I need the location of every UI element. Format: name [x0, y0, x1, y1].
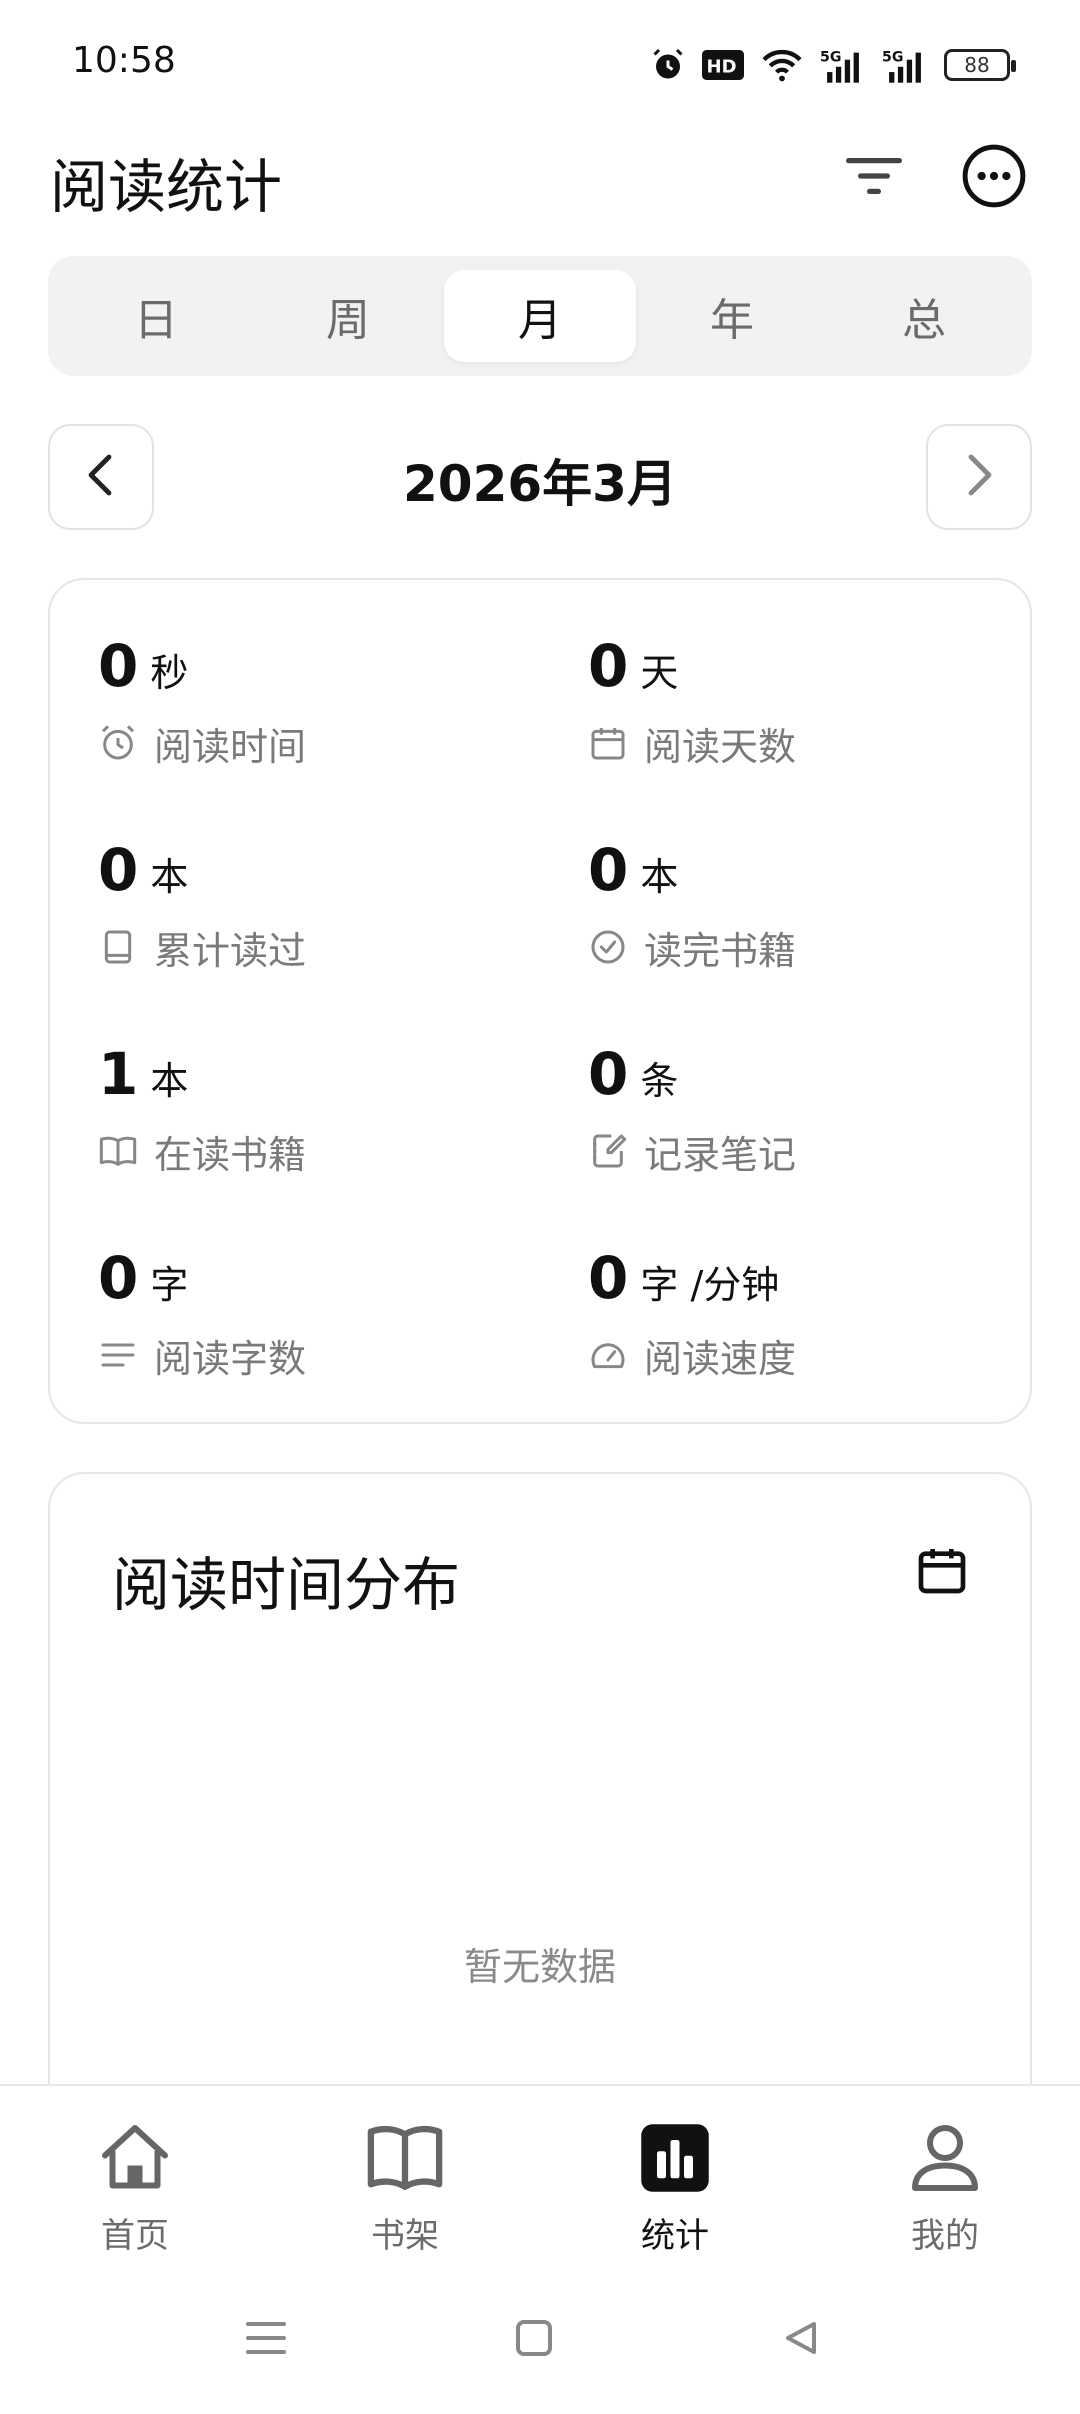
book-icon — [98, 927, 138, 967]
alarm-clock-icon — [98, 723, 138, 763]
filter-button[interactable] — [834, 138, 914, 218]
tab-total[interactable]: 总 — [828, 270, 1020, 362]
back-button[interactable] — [760, 2310, 840, 2370]
stat-unit: 本 — [150, 855, 189, 899]
menu-button[interactable] — [226, 2310, 306, 2370]
stat-books-read: 0本 累计读过 — [98, 836, 538, 976]
status-icons: HD 5G 5G 88 — [650, 40, 1016, 90]
calendar-icon — [914, 1542, 970, 1602]
stat-unit: 秒 — [150, 651, 189, 695]
stat-words-read: 0字 阅读字数 — [98, 1244, 538, 1384]
battery-level: 88 — [964, 53, 990, 77]
notebook-edit-icon — [588, 1131, 628, 1171]
stats-card: 0秒 阅读时间 0天 阅读天数 0本 累计读过 0 本 读完书籍 1 本 在读书… — [48, 578, 1032, 1424]
tab-month[interactable]: 月 — [444, 270, 636, 362]
filter-icon — [844, 152, 904, 204]
battery-indicator: 88 — [944, 49, 1016, 81]
reading-time-distribution-card: 阅读时间分布 暂无数据 — [48, 1472, 1032, 2172]
nav-item-stats[interactable]: 统计 — [575, 2116, 775, 2266]
next-period-button[interactable] — [926, 424, 1032, 530]
5g-signal-icon: 5G — [882, 47, 928, 83]
status-time: 10:58 — [72, 40, 176, 81]
stat-label: 在读书籍 — [154, 1132, 307, 1177]
distribution-calendar-button[interactable] — [912, 1542, 972, 1602]
alarm-icon — [650, 47, 686, 83]
profile-icon — [903, 2116, 987, 2200]
more-icon — [961, 143, 1027, 213]
5g-signal-icon: 5G — [820, 47, 866, 83]
stat-unit: 天 — [640, 651, 679, 695]
check-circle-icon — [588, 927, 628, 967]
stat-unit: 字 /分钟 — [640, 1263, 780, 1307]
empty-state-text: 暂无数据 — [463, 1945, 616, 1989]
stat-books-finished: 0本 读完书籍 — [588, 836, 1028, 976]
svg-text:HD: HD — [707, 57, 737, 78]
bottom-navigation: 首页 书架 统计 我的 — [0, 2084, 1080, 2284]
text-lines-icon — [98, 1335, 138, 1375]
nav-item-profile[interactable]: 我的 — [845, 2116, 1045, 2266]
stat-label: 阅读天数 — [644, 724, 797, 769]
stat-unit: 本 — [640, 855, 679, 899]
home-system-button[interactable] — [494, 2310, 574, 2370]
stat-unit: 条 — [640, 1059, 679, 1103]
wifi-icon — [760, 47, 804, 83]
nav-item-home[interactable]: 首页 — [35, 2116, 235, 2266]
bookshelf-icon — [363, 2116, 447, 2200]
stat-value: 0 — [588, 1244, 629, 1312]
period-label: 2026年3月 — [403, 455, 677, 513]
stat-value: 0 — [588, 1040, 629, 1108]
svg-text:5G: 5G — [882, 49, 903, 65]
stat-books-reading: 1本 在读书籍 — [98, 1040, 538, 1180]
status-bar: 10:58 HD 5G 5G 88 — [0, 0, 1080, 120]
nav-item-bookshelf[interactable]: 书架 — [305, 2116, 505, 2266]
stat-value: 0 — [98, 632, 139, 700]
stat-label: 累计读过 — [154, 928, 307, 973]
tab-week[interactable]: 周 — [252, 270, 444, 362]
tab-day[interactable]: 日 — [60, 270, 252, 362]
reading-stats-screen: 10:58 HD 5G 5G 88 阅读统计 日 周 月 年 总 2026年3月… — [0, 0, 1080, 2414]
tab-year[interactable]: 年 — [636, 270, 828, 362]
stat-reading-time: 0秒 阅读时间 — [98, 632, 538, 772]
stat-unit: 字 — [150, 1263, 189, 1307]
distribution-title: 阅读时间分布 — [112, 1551, 461, 1619]
stat-label: 阅读时间 — [154, 724, 307, 769]
stat-reading-days: 0天 阅读天数 — [588, 632, 1028, 772]
period-navigator: 2026年3月 — [48, 424, 1032, 530]
stat-label: 读完书籍 — [644, 928, 797, 973]
stat-label: 阅读字数 — [154, 1336, 307, 1381]
hd-icon: HD — [702, 50, 744, 80]
nav-label: 书架 — [371, 2216, 439, 2256]
period-tabs: 日 周 月 年 总 — [48, 256, 1032, 376]
speedometer-icon — [588, 1335, 628, 1375]
nav-label: 首页 — [101, 2216, 169, 2256]
svg-text:5G: 5G — [820, 49, 841, 65]
page-title: 阅读统计 — [50, 153, 283, 221]
home-icon — [93, 2116, 177, 2200]
nav-label: 我的 — [911, 2216, 979, 2256]
calendar-icon — [588, 723, 628, 763]
stat-value: 0 — [98, 836, 139, 904]
square-icon — [514, 2318, 554, 2362]
back-triangle-icon — [780, 2318, 820, 2362]
stat-value: 0 — [588, 836, 629, 904]
stat-unit: 本 — [150, 1059, 189, 1103]
more-button[interactable] — [954, 138, 1034, 218]
system-navigation-bar — [0, 2290, 1080, 2414]
open-book-icon — [98, 1131, 138, 1171]
nav-label: 统计 — [641, 2216, 709, 2256]
chevron-right-icon — [961, 453, 997, 501]
header: 阅读统计 — [0, 128, 1080, 228]
stat-label: 阅读速度 — [644, 1336, 797, 1381]
stat-value: 0 — [98, 1244, 139, 1312]
stat-label: 记录笔记 — [644, 1132, 797, 1177]
stats-icon — [633, 2116, 717, 2200]
stat-value: 1 — [98, 1040, 139, 1108]
stat-value: 0 — [588, 632, 629, 700]
stat-notes: 0条 记录笔记 — [588, 1040, 1028, 1180]
stat-reading-speed: 0字 /分钟 阅读速度 — [588, 1244, 1028, 1384]
menu-icon — [244, 2318, 288, 2362]
